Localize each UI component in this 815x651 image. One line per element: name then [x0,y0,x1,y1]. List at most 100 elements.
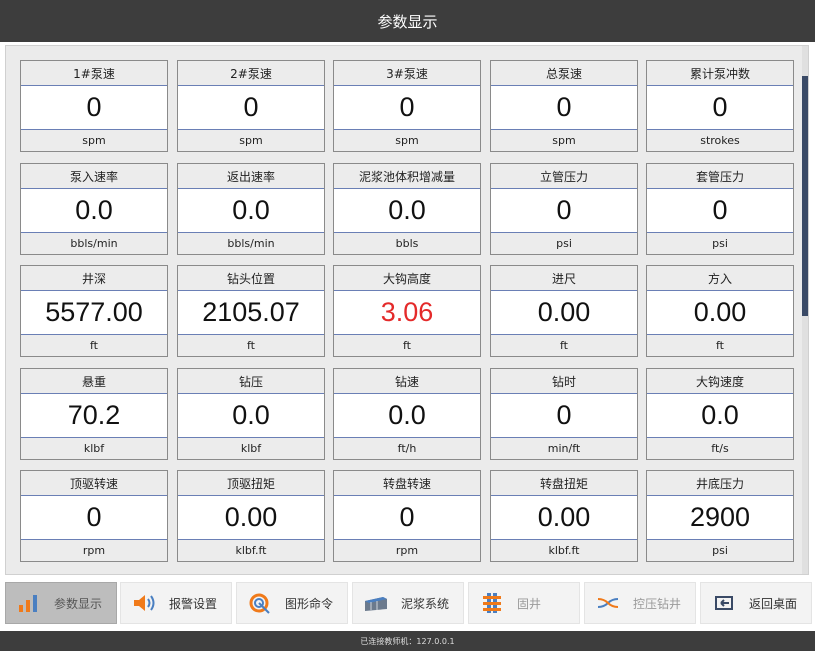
parameter-value: 0 [86,92,102,122]
parameter-unit: klbf.ft [491,539,637,561]
parameter-value: 0.0 [232,400,270,430]
parameter-label: 顶驱转速 [21,471,167,496]
cementing-icon [479,591,505,615]
parameter-card: 大钩高度 3.06 ft [333,265,481,357]
parameter-label: 1#泵速 [21,61,167,86]
parameter-unit: psi [647,539,793,561]
parameter-label: 转盘扭矩 [491,471,637,496]
parameter-value: 0.00 [537,297,591,327]
parameter-label: 大钩高度 [334,266,480,291]
nav-graphic-command-button[interactable]: 图形命令 [236,582,348,624]
parameter-unit: klbf [178,437,324,459]
parameter-label: 累计泵冲数 [647,61,793,86]
parameter-value: 2105.07 [202,297,300,327]
parameter-card: 顶驱转速 0 rpm [20,470,168,562]
bar-chart-icon [16,591,42,615]
parameter-unit: ft [491,334,637,356]
parameter-unit: spm [334,129,480,151]
parameter-label: 大钩速度 [647,369,793,394]
title-bar: 参数显示 [0,0,815,42]
parameter-unit: ft/s [647,437,793,459]
scrollbar-thumb[interactable] [802,76,808,316]
parameter-unit: klbf.ft [178,539,324,561]
parameter-value: 3.06 [380,297,434,327]
parameter-label: 钻头位置 [178,266,324,291]
parameter-unit: ft [334,334,480,356]
parameter-unit: spm [21,129,167,151]
parameter-value: 0 [712,195,728,225]
parameter-card: 泥浆池体积增减量 0.0 bbls [333,163,481,255]
parameter-card: 返出速率 0.0 bbls/min [177,163,325,255]
pressure-drilling-icon [595,591,621,615]
parameter-card: 悬重 70.2 klbf [20,368,168,460]
parameter-unit: bbls/min [21,232,167,254]
parameter-value: 0 [399,92,415,122]
parameter-label: 总泵速 [491,61,637,86]
nav-label: 返回桌面 [749,596,798,611]
parameter-card: 套管压力 0 psi [646,163,794,255]
parameter-unit: spm [491,129,637,151]
parameter-value: 5577.00 [45,297,143,327]
parameter-value: 0 [556,195,572,225]
parameter-card: 井深 5577.00 ft [20,265,168,357]
parameter-card: 钻时 0 min/ft [490,368,638,460]
mud-tank-icon [363,591,389,615]
parameter-card: 进尺 0.00 ft [490,265,638,357]
parameter-value: 0 [243,92,259,122]
parameter-label: 悬重 [21,369,167,394]
parameter-unit: bbls [334,232,480,254]
parameter-label: 方入 [647,266,793,291]
parameter-label: 进尺 [491,266,637,291]
parameter-card: 1#泵速 0 spm [20,60,168,152]
parameter-value: 0.00 [537,502,591,532]
parameter-unit: ft [21,334,167,356]
nav-label: 报警设置 [169,596,218,611]
parameter-unit: ft/h [334,437,480,459]
nav-label: 固井 [517,596,542,611]
parameter-value: 0.00 [693,297,747,327]
parameter-unit: ft [178,334,324,356]
status-bar: 已连接教师机：127.0.0.1 [0,631,815,651]
parameter-label: 转盘转速 [334,471,480,496]
parameter-label: 泵入速率 [21,164,167,189]
parameter-card: 大钩速度 0.0 ft/s [646,368,794,460]
parameter-label: 3#泵速 [334,61,480,86]
nav-alarm-settings-button[interactable]: 报警设置 [120,582,232,624]
nav-cementing-button[interactable]: 固井 [468,582,580,624]
nav-return-desktop-button[interactable]: 返回桌面 [700,582,812,624]
parameter-value: 0.00 [224,502,278,532]
page-title: 参数显示 [377,12,438,31]
scrollbar[interactable] [802,46,808,574]
nav-label: 图形命令 [285,596,334,611]
nav-pressure-drilling-button[interactable]: 控压钻井 [584,582,696,624]
bottom-nav: 参数显示 报警设置 图形命令 泥浆系统 固井 控压钻井 返回桌面 [0,575,815,631]
speaker-icon [131,591,157,615]
parameter-label: 顶驱扭矩 [178,471,324,496]
parameter-value: 2900 [689,502,751,532]
parameter-unit: rpm [21,539,167,561]
nav-mud-system-button[interactable]: 泥浆系统 [352,582,464,624]
parameter-value: 0.0 [232,195,270,225]
nav-label: 泥浆系统 [401,596,450,611]
nav-label: 控压钻井 [633,596,682,611]
parameter-value: 0.0 [701,400,739,430]
parameter-label: 井底压力 [647,471,793,496]
parameter-value: 0.0 [388,400,426,430]
parameter-value: 70.2 [67,400,121,430]
gauge-icon [247,591,273,615]
parameter-card: 3#泵速 0 spm [333,60,481,152]
parameter-card: 总泵速 0 spm [490,60,638,152]
parameter-card: 转盘扭矩 0.00 klbf.ft [490,470,638,562]
parameter-value: 0 [86,502,102,532]
parameter-label: 套管压力 [647,164,793,189]
connection-status: 已连接教师机：127.0.0.1 [360,636,455,646]
parameter-value: 0.0 [75,195,113,225]
parameter-unit: psi [647,232,793,254]
parameter-card: 立管压力 0 psi [490,163,638,255]
parameter-label: 泥浆池体积增减量 [334,164,480,189]
parameter-unit: psi [491,232,637,254]
parameter-unit: ft [647,334,793,356]
parameter-label: 钻时 [491,369,637,394]
nav-param-display-button[interactable]: 参数显示 [5,582,117,624]
parameter-card: 顶驱扭矩 0.00 klbf.ft [177,470,325,562]
